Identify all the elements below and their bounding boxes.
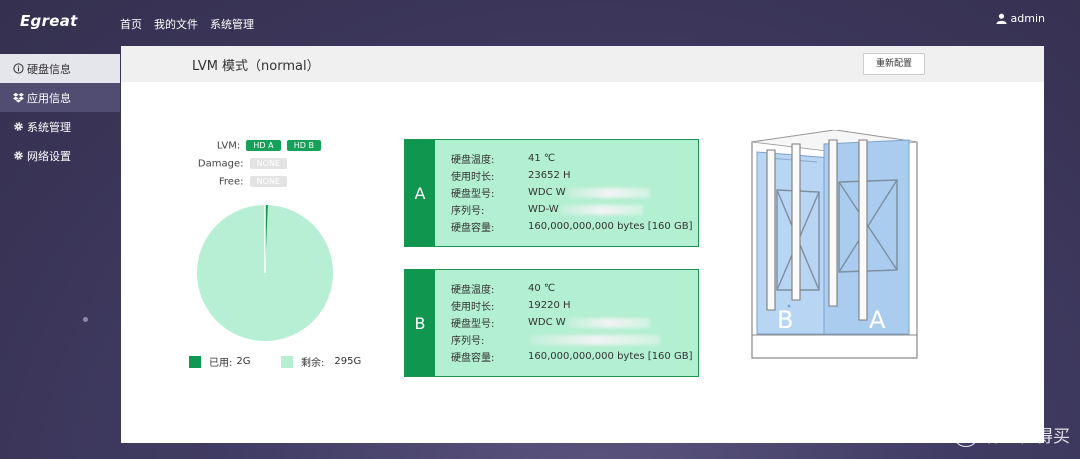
disk-row: 硬盘温度: 41 ℃ [451, 150, 692, 167]
sidebar-item-label: 硬盘信息 [27, 62, 71, 76]
reconfigure-button[interactable]: 重新配置 [863, 53, 925, 75]
lvm-status-row: LVM: HD A HD B [181, 140, 321, 152]
nas-bay-label-b: B [777, 306, 793, 334]
free-tag: NONE [249, 176, 287, 187]
detail-key: 使用时长: [451, 172, 495, 183]
disk-row: 硬盘型号: WDC W [451, 314, 692, 331]
lvm-tag-hd-b: HD B [286, 140, 321, 151]
detail-value: WDC W [528, 317, 566, 328]
lvm-tag-hd-a: HD A [246, 140, 281, 151]
gear-icon [14, 151, 23, 160]
info-icon [13, 63, 24, 74]
detail-key: 序列号: [451, 206, 485, 217]
used-label: 已用: [209, 358, 233, 369]
detail-key: 硬盘容量: [451, 353, 495, 364]
detail-key: 硬盘型号: [451, 319, 495, 330]
nas-enclosure-illustration: B A [751, 130, 918, 359]
legend-remaining: 剩余: 295G [281, 354, 361, 369]
detail-value: 160,000,000,000 bytes [160 GB] [528, 351, 693, 362]
dropbox-icon [13, 92, 24, 103]
detail-value: 23652 H [528, 170, 571, 181]
damage-label: Damage: [197, 158, 244, 170]
detail-key: 硬盘型号: [451, 189, 495, 200]
nav-system-management[interactable]: 系统管理 [210, 16, 254, 32]
redacted-serial [560, 204, 643, 215]
user-menu[interactable]: admin [995, 12, 1045, 25]
free-status-row: Free: NONE [181, 176, 287, 188]
sidebar-item-label: 系统管理 [27, 120, 71, 134]
redacted-serial [530, 334, 660, 345]
remaining-swatch [281, 355, 293, 368]
gear-icon [14, 122, 23, 131]
detail-value: 160,000,000,000 bytes [160 GB] [528, 221, 693, 232]
watermark-badge: 值 [953, 421, 979, 447]
disk-card-b: B 硬盘温度: 40 ℃ 使用时长: 19220 H 硬盘型号: WDC W 序列号:… [404, 269, 699, 377]
remaining-label: 剩余: [301, 358, 325, 369]
disk-card-a: A 硬盘温度: 41 ℃ 使用时长: 23652 H 硬盘型号: WDC W 序列号:… [404, 139, 699, 247]
detail-value: WD-W [528, 204, 559, 215]
used-value: 2G [236, 356, 251, 367]
disk-row: 硬盘容量: 160,000,000,000 bytes [160 GB] [451, 348, 692, 365]
page-title: LVM 模式（normal） [192, 59, 320, 74]
sidebar: 硬盘信息 应用信息 系统管理 网络设置 [0, 54, 120, 170]
disk-letter-b: B [405, 270, 435, 376]
sidebar-item-network-settings[interactable]: 网络设置 [0, 141, 120, 170]
disk-row: 序列号: WD-W [451, 201, 692, 218]
detail-value: 41 ℃ [528, 153, 556, 164]
top-bar: Egreat 首页 我的文件 系统管理 admin [0, 0, 1080, 44]
damage-tag: NONE [249, 158, 287, 169]
detail-key: 硬盘容量: [451, 223, 495, 234]
disk-details-a: 硬盘温度: 41 ℃ 使用时长: 23652 H 硬盘型号: WDC W 序列号: WD… [451, 150, 692, 235]
detail-value: 19220 H [528, 300, 571, 311]
watermark-text: 什么值得买 [985, 426, 1070, 447]
disk-details-b: 硬盘温度: 40 ℃ 使用时长: 19220 H 硬盘型号: WDC W 序列号: 硬… [451, 280, 692, 365]
nas-bay-label-a: A [869, 306, 886, 334]
disk-row: 使用时长: 19220 H [451, 297, 692, 314]
disk-row: 硬盘型号: WDC W [451, 184, 692, 201]
detail-key: 硬盘温度: [451, 155, 495, 166]
disk-row: 使用时长: 23652 H [451, 167, 692, 184]
main-panel: LVM 模式（normal） 重新配置 LVM: HD A HD B Damag… [121, 46, 1044, 443]
disk-letter-a: A [405, 140, 435, 246]
sidebar-item-label: 应用信息 [27, 91, 71, 105]
decorative-dot [83, 317, 88, 322]
redacted-model [567, 317, 650, 328]
user-icon [995, 13, 1007, 24]
nav-home[interactable]: 首页 [120, 16, 142, 32]
detail-key: 硬盘温度: [451, 285, 495, 296]
disk-row: 硬盘温度: 40 ℃ [451, 280, 692, 297]
usage-pie-chart [196, 205, 333, 341]
redacted-model [567, 187, 650, 198]
used-swatch [189, 355, 201, 368]
sidebar-item-system-management[interactable]: 系统管理 [0, 112, 120, 141]
watermark: 值 什么值得买 [953, 421, 1070, 447]
app-logo[interactable]: Egreat [20, 12, 78, 30]
sidebar-item-label: 网络设置 [27, 149, 71, 163]
sidebar-item-disk-info[interactable]: 硬盘信息 [0, 54, 120, 83]
remaining-value: 295G [334, 356, 362, 367]
username: admin [1010, 12, 1045, 25]
legend-used: 已用: 2G [189, 354, 251, 369]
detail-key: 使用时长: [451, 302, 495, 313]
disk-row: 硬盘容量: 160,000,000,000 bytes [160 GB] [451, 218, 692, 235]
panel-header: LVM 模式（normal） 重新配置 [121, 46, 1044, 82]
top-nav: 首页 我的文件 系统管理 [120, 16, 254, 32]
sidebar-item-app-info[interactable]: 应用信息 [0, 83, 120, 112]
detail-key: 序列号: [451, 336, 485, 347]
detail-value: WDC W [528, 187, 566, 198]
nav-my-files[interactable]: 我的文件 [154, 16, 198, 32]
detail-value: 40 ℃ [528, 283, 556, 294]
free-label: Free: [218, 176, 244, 188]
damage-status-row: Damage: NONE [181, 158, 287, 170]
lvm-label: LVM: [216, 140, 241, 152]
disk-row: 序列号: [451, 331, 692, 348]
